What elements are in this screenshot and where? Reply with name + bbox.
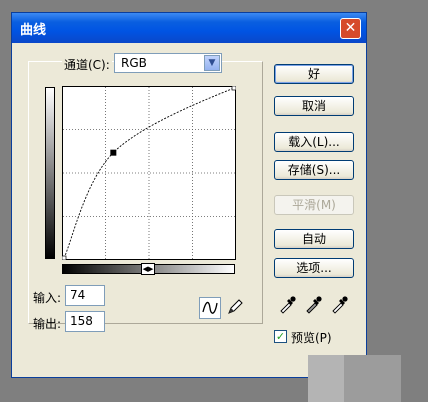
curve-tool-icon[interactable] (199, 297, 221, 319)
curve-endpoint-high[interactable] (231, 86, 236, 91)
eyedropper-white-icon[interactable] (330, 294, 350, 314)
chevron-down-icon[interactable]: ▼ (204, 55, 220, 71)
input-field[interactable]: 74 (65, 285, 105, 306)
curve-graph[interactable] (62, 86, 236, 260)
pencil-icon[interactable] (225, 297, 247, 319)
dialog-title: 曲线 (20, 23, 47, 38)
smooth-button[interactable]: 平滑(M) (274, 195, 354, 215)
graph-background (62, 86, 236, 260)
auto-button[interactable]: 自动 (274, 229, 354, 249)
check-icon: ✓ (275, 330, 286, 343)
gray-block-dark (344, 355, 401, 402)
channel-value: RGB (121, 56, 147, 70)
close-button[interactable]: ✕ (340, 18, 361, 39)
load-button[interactable]: 载入(L)... (274, 132, 354, 152)
gray-block-light (308, 355, 344, 402)
channel-select[interactable]: RGB ▼ (114, 53, 222, 73)
output-label: 输出: (33, 317, 62, 331)
eyedropper-gray-icon[interactable] (304, 294, 324, 314)
preview-checkbox[interactable]: ✓ (274, 330, 287, 343)
channel-label: 通道(C): (62, 56, 112, 73)
eyedropper-black-icon[interactable] (278, 294, 298, 314)
gradient-toggle-icon[interactable]: ◀▶ (141, 263, 155, 275)
curve-control-point[interactable] (110, 149, 117, 156)
output-gradient-bar (45, 87, 55, 259)
preview-label: 预览(P) (291, 331, 332, 345)
cancel-button[interactable]: 取消 (274, 96, 354, 116)
output-field[interactable]: 158 (65, 311, 105, 332)
ok-button[interactable]: 好 (274, 64, 354, 84)
title-bar[interactable]: 曲线 ✕ (12, 13, 366, 43)
curve-endpoint-low[interactable] (62, 255, 67, 260)
options-button[interactable]: 选项... (274, 258, 354, 278)
curves-dialog: 曲线 ✕ 通道(C): RGB ▼ ◀▶ 输入: 74 输出: 158 好 取消 (11, 12, 367, 378)
save-button[interactable]: 存储(S)... (274, 160, 354, 180)
input-label: 输入: (33, 291, 62, 305)
